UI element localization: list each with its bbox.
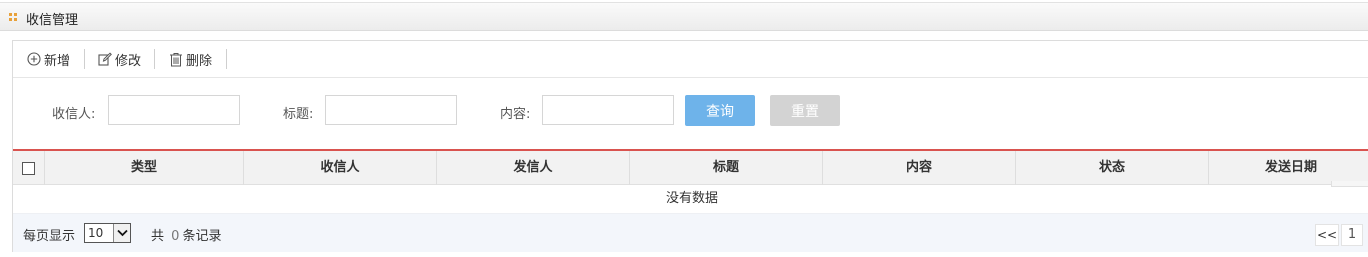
toolbar-divider xyxy=(226,49,227,69)
column-header-subject[interactable]: 标题 xyxy=(629,151,822,185)
main-panel: 新增 修改 删除 收信人: 标题: 内容: 查询 重置 类型 收信人 发信人 标… xyxy=(12,40,1368,252)
total-suffix: 条记录 xyxy=(182,229,222,244)
toolbar-divider xyxy=(84,49,85,69)
edit-button[interactable]: 修改 xyxy=(98,50,142,69)
total-records: 共 0 条记录 xyxy=(151,225,221,244)
per-page-value: 10 xyxy=(88,226,104,240)
column-header-recipient[interactable]: 收信人 xyxy=(243,151,436,185)
prev-page-button[interactable]: << xyxy=(1315,224,1339,246)
trash-icon xyxy=(170,52,182,66)
total-prefix: 共 xyxy=(151,229,165,244)
chevron-down-icon xyxy=(113,224,130,242)
toolbar-divider xyxy=(154,49,155,69)
column-header-content[interactable]: 内容 xyxy=(822,151,1015,185)
column-header-sender[interactable]: 发信人 xyxy=(436,151,629,185)
page-number-button[interactable]: 1 xyxy=(1341,224,1363,246)
query-button[interactable]: 查询 xyxy=(685,95,755,126)
subject-label: 标题: xyxy=(283,107,314,122)
total-count: 0 xyxy=(171,229,180,244)
column-header-send-date[interactable]: 发送日期 xyxy=(1208,151,1368,185)
pagination-bar: 每页显示 10 共 0 条记录 << 1 xyxy=(13,213,1368,252)
empty-message: 没有数据 xyxy=(665,191,718,206)
column-header-type[interactable]: 类型 xyxy=(44,151,243,185)
reset-button[interactable]: 重置 xyxy=(770,95,840,126)
recipient-label: 收信人: xyxy=(52,107,96,122)
plus-circle-icon xyxy=(27,52,41,66)
content-label: 内容: xyxy=(500,107,531,122)
edit-button-label: 修改 xyxy=(115,53,142,69)
add-button[interactable]: 新增 xyxy=(27,50,71,69)
select-all-checkbox[interactable] xyxy=(22,162,35,175)
toolbar: 新增 修改 删除 xyxy=(13,41,1368,78)
add-button-label: 新增 xyxy=(44,53,71,69)
per-page-label: 每页显示 xyxy=(23,229,76,244)
grid-dots-icon xyxy=(9,13,17,21)
title-bar: 收信管理 xyxy=(0,2,1368,31)
grid-header: 类型 收信人 发信人 标题 内容 状态 发送日期 xyxy=(13,151,1368,185)
delete-button-label: 删除 xyxy=(186,53,213,69)
subject-input[interactable] xyxy=(325,95,457,125)
search-form: 收信人: 标题: 内容: 查询 重置 xyxy=(13,79,1368,149)
per-page-select[interactable]: 10 xyxy=(84,223,131,243)
column-header-status[interactable]: 状态 xyxy=(1015,151,1208,185)
recipient-input[interactable] xyxy=(108,95,240,125)
page-title: 收信管理 xyxy=(26,13,79,28)
edit-icon xyxy=(98,52,112,66)
delete-button[interactable]: 删除 xyxy=(169,50,213,69)
content-input[interactable] xyxy=(542,95,674,125)
